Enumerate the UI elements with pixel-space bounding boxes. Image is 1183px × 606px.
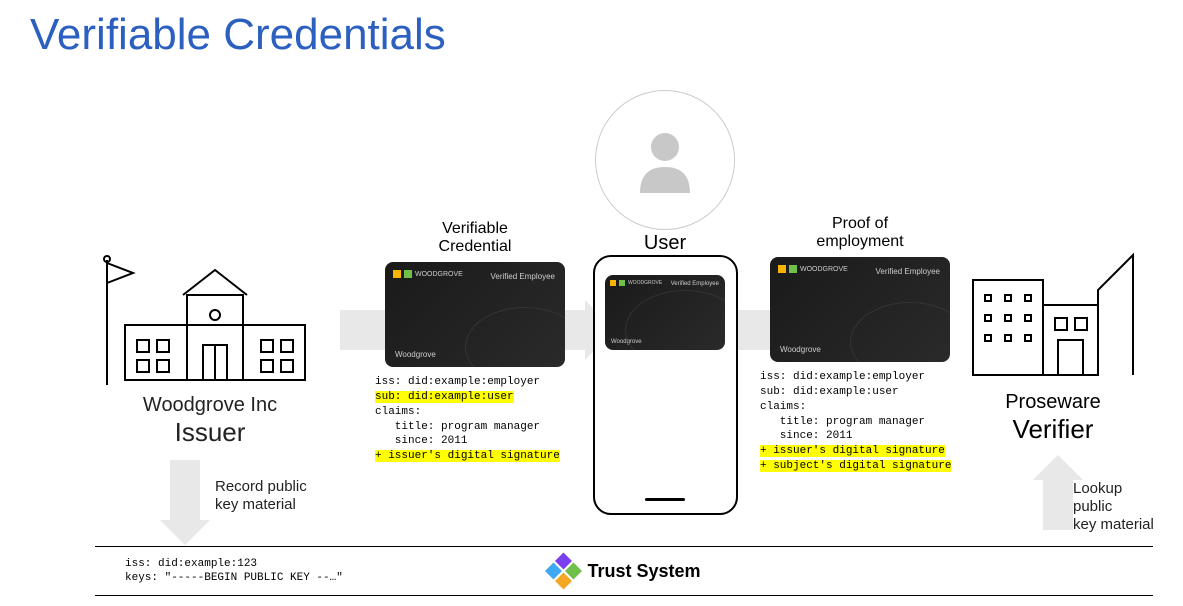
page-title: Verifiable Credentials: [30, 10, 446, 60]
trust-keys-code: iss: did:example:123 keys: "-----BEGIN P…: [125, 557, 343, 586]
user-block: User WOODGROVE Verified Employee Woodgro…: [585, 90, 745, 515]
proof-card: WOODGROVE Verified Employee Woodgrove: [770, 257, 950, 362]
verifier-building-icon: [963, 240, 1143, 380]
issuer-name: Woodgrove Inc: [95, 394, 325, 417]
card-tag: Verified Employee: [491, 272, 555, 281]
verifier-role: Verifier: [963, 414, 1143, 445]
diagram-stage: Woodgrove Inc Issuer Verifiable Credenti…: [0, 80, 1183, 510]
proof-code: iss: did:example:employer sub: did:examp…: [760, 370, 960, 474]
record-label: Record public key material: [215, 478, 307, 514]
person-icon: [630, 125, 700, 195]
issuer-block: Woodgrove Inc Issuer: [95, 235, 325, 448]
proof-column: Proof of employment WOODGROVE Verified E…: [760, 215, 960, 474]
credential-code: iss: did:example:employer sub: did:examp…: [375, 375, 575, 464]
phone-credential-card: WOODGROVE Verified Employee Woodgrove: [605, 275, 725, 350]
card-brand: Woodgrove: [395, 350, 436, 359]
issuer-role: Issuer: [95, 417, 325, 448]
phone-homebar: [645, 498, 685, 501]
credential-column: Verifiable Credential WOODGROVE Verified…: [375, 220, 575, 464]
phone-icon: WOODGROVE Verified Employee Woodgrove: [593, 255, 738, 515]
credential-card: WOODGROVE Verified Employee Woodgrove: [385, 262, 565, 367]
user-avatar-circle: [595, 90, 735, 230]
card-logo-icon: WOODGROVE: [393, 270, 463, 278]
proof-label: Proof of employment: [760, 215, 960, 251]
user-label: User: [585, 232, 745, 255]
issuer-building-icon: [95, 235, 325, 385]
trust-system-band: iss: did:example:123 keys: "-----BEGIN P…: [95, 546, 1153, 596]
arrow-lookup-up: [1043, 480, 1073, 530]
trust-system-title: Trust System: [547, 555, 700, 587]
arrow-record-down: [170, 460, 200, 520]
verifier-name: Proseware: [963, 391, 1143, 414]
trust-cube-icon: [547, 555, 579, 587]
lookup-label: Lookup public key material: [1073, 480, 1163, 534]
credential-label: Verifiable Credential: [375, 220, 575, 256]
verifier-block: Proseware Verifier: [963, 240, 1143, 445]
